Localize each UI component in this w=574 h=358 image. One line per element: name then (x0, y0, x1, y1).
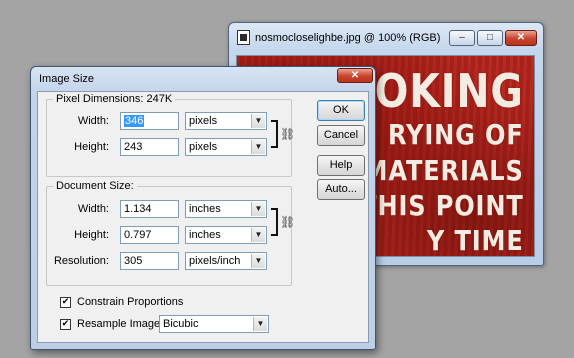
pixel-height-unit-value: pixels (189, 141, 218, 153)
chevron-down-icon: ▼ (251, 254, 265, 268)
resolution-label: Resolution: (53, 255, 109, 267)
document-size-legend: Document Size: (53, 180, 137, 192)
resolution-unit-value: pixels/inch (189, 255, 241, 267)
doc-height-unit-value: inches (189, 229, 221, 241)
chevron-down-icon: ▼ (253, 317, 267, 331)
image-size-dialog: Image Size ✕ Pixel Dimensions: 247K Widt… (30, 66, 376, 350)
dialog-close-button[interactable]: ✕ (337, 68, 373, 83)
doc-height-label: Height: (74, 229, 109, 241)
doc-height-input[interactable]: 0.797 (120, 226, 179, 244)
resolution-input[interactable]: 305 (120, 252, 179, 270)
pixel-height-input[interactable]: 243 (120, 138, 179, 156)
minimize-button[interactable]: – (449, 30, 475, 46)
pixel-height-label: Height: (74, 141, 109, 153)
pixel-width-input[interactable]: 346 (120, 112, 179, 130)
ok-button[interactable]: OK (317, 100, 365, 121)
dialog-title: Image Size (39, 73, 95, 85)
doc-width-label: Width: (77, 203, 109, 215)
cancel-button[interactable]: Cancel (317, 125, 365, 146)
pixel-dimensions-label: Pixel Dimensions: (56, 93, 144, 105)
resample-method-select[interactable]: Bicubic ▼ (159, 315, 269, 333)
help-button[interactable]: Help (317, 155, 365, 176)
dialog-client-area: Pixel Dimensions: 247K Width: 346 pixels… (37, 91, 369, 343)
doc-width-value: 1.134 (124, 203, 152, 215)
constrain-proportions-label: Constrain Proportions (77, 296, 184, 308)
constrain-bracket (271, 120, 278, 148)
pixel-dimensions-size: 247K (146, 93, 173, 105)
resolution-value: 305 (124, 255, 143, 267)
close-window-button[interactable]: ✕ (505, 30, 537, 46)
auto-button[interactable]: Auto... (317, 179, 365, 200)
chevron-down-icon: ▼ (251, 228, 265, 242)
doc-height-value: 0.797 (124, 229, 152, 241)
document-icon (237, 30, 250, 45)
chevron-down-icon: ▼ (251, 202, 265, 216)
chain-link-icon: ⛓ (280, 215, 296, 229)
pixel-width-label: Width: (77, 115, 109, 127)
chevron-down-icon: ▼ (251, 114, 265, 128)
resample-image-checkbox[interactable]: ✔ (60, 319, 71, 330)
pixel-height-value: 243 (124, 141, 143, 153)
resample-image-label: Resample Image: (77, 318, 164, 330)
constrain-proportions-checkbox[interactable]: ✔ (60, 297, 71, 308)
pixel-width-unit-select[interactable]: pixels ▼ (185, 112, 267, 130)
maximize-button[interactable]: □ (477, 30, 503, 46)
doc-width-unit-value: inches (189, 203, 221, 215)
resolution-unit-select[interactable]: pixels/inch ▼ (185, 252, 267, 270)
pixel-width-unit-value: pixels (189, 115, 218, 127)
chevron-down-icon: ▼ (251, 140, 265, 154)
chain-link-icon: ⛓ (280, 127, 296, 141)
pixel-height-unit-select[interactable]: pixels ▼ (185, 138, 267, 156)
image-window-title: nosmocloselighbe.jpg @ 100% (RGB) (255, 32, 441, 44)
resample-method-value: Bicubic (163, 318, 199, 330)
constrain-bracket (271, 208, 278, 236)
document-size-group: Document Size: Width: 1.134 inches ▼ Heig… (46, 180, 296, 286)
doc-width-input[interactable]: 1.134 (120, 200, 179, 218)
doc-width-unit-select[interactable]: inches ▼ (185, 200, 267, 218)
pixel-dimensions-legend: Pixel Dimensions: 247K (53, 93, 176, 105)
pixel-width-value: 346 (124, 115, 145, 127)
pixel-dimensions-group: Pixel Dimensions: 247K Width: 346 pixels… (46, 93, 296, 177)
doc-height-unit-select[interactable]: inches ▼ (185, 226, 267, 244)
